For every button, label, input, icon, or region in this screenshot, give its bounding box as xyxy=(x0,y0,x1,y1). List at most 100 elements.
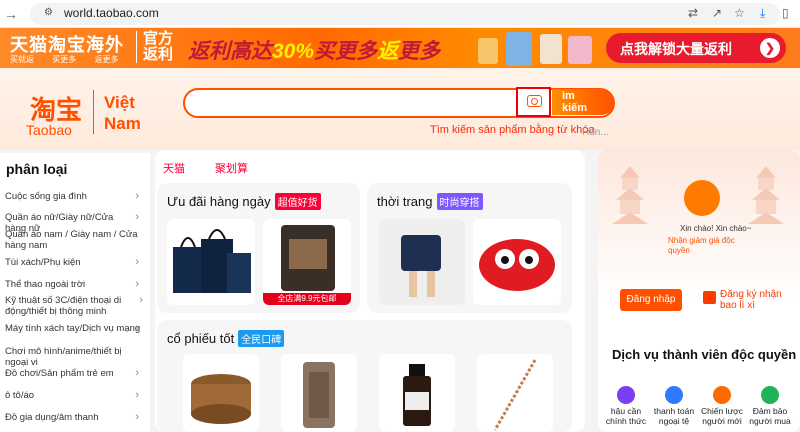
product-thumbnail[interactable]: 全店满9.9元包邮 xyxy=(263,219,351,305)
service-label: Chiến lược người mới xyxy=(701,406,743,426)
camera-icon xyxy=(527,95,542,107)
url-text[interactable]: world.taobao.com xyxy=(64,6,159,20)
plush-toy-image xyxy=(479,239,555,291)
user-panel: Xin chào! Xin chào~ Nhận giảm giá độc qu… xyxy=(598,150,800,432)
category-item[interactable]: Đồ chơi/Sản phẩm trẻ em › xyxy=(5,368,145,380)
juhuasuan-link[interactable]: 聚划算 xyxy=(215,160,248,176)
thumb-caption: 全店满9.9元包邮 xyxy=(263,293,351,305)
service-item[interactable]: thanh toán ngoại tệ xyxy=(650,386,698,426)
service-item[interactable]: hậu cần chính thức xyxy=(602,386,650,426)
login-button[interactable]: Đăng nhập xyxy=(620,289,682,311)
search-input[interactable] xyxy=(195,95,515,113)
back-arrow-icon[interactable]: → xyxy=(4,6,18,22)
strategy-icon xyxy=(713,386,731,404)
category-item[interactable]: Túi xách/Phụ kiện › xyxy=(5,256,145,269)
category-item[interactable]: Chơi mô hình/anime/thiết bị ngoại vi xyxy=(5,346,145,368)
share-icon[interactable]: ↗ xyxy=(712,6,722,20)
category-label: Quần áo nam / Giày nam / Cửa hàng nam xyxy=(5,229,138,251)
product-thumbnail[interactable] xyxy=(281,354,357,432)
product-thumbnail[interactable] xyxy=(183,354,259,432)
essential-oil-image xyxy=(403,364,431,426)
chevron-right-icon: › xyxy=(135,190,139,202)
chevron-right-icon: › xyxy=(135,322,139,334)
card-title: thời trang 时尚穿搭 xyxy=(377,193,483,210)
browser-toolbar: → ⚙ world.taobao.com ⇄ ↗ ☆ ⤓ ▯ xyxy=(0,0,800,28)
category-sidebar: phân loại Cuộc sống gia đình › Quần áo nữ… xyxy=(0,153,150,432)
deals-tag: 超值好货 xyxy=(274,193,321,210)
rattan-basket-image xyxy=(191,374,251,424)
shield-icon xyxy=(761,386,779,404)
product-thumbnail[interactable] xyxy=(379,354,455,432)
category-item[interactable]: ô tô/áo › xyxy=(5,390,145,402)
banner-sub: 买更多 xyxy=(52,55,77,64)
shopping-bags-image xyxy=(173,229,251,293)
daily-deals-card[interactable]: Ưu đãi hàng ngày 超值好货 全店满9.9元包邮 xyxy=(157,183,360,313)
product-thumbnail[interactable] xyxy=(473,219,561,305)
category-label: Máy tính xách tay/Dịch vụ mạng xyxy=(5,323,141,334)
register-link[interactable]: Đăng ký nhận bao lì xì xyxy=(720,289,792,311)
snack-bag-image xyxy=(281,225,335,291)
product-thumbnail[interactable] xyxy=(167,219,255,305)
banner-sub: 返更多 xyxy=(94,55,119,64)
category-label: Cuộc sống gia đình xyxy=(5,191,87,202)
category-label: Kỹ thuật số 3C/điện thoại di động/thiết … xyxy=(5,295,122,317)
service-item[interactable]: Đảm bảo người mua xyxy=(746,386,794,426)
good-stock-card[interactable]: cổ phiếu tốt 全民口碑 xyxy=(157,320,572,432)
site-info-icon[interactable]: ⚙ xyxy=(44,7,53,18)
service-item[interactable]: Chiến lược người mới xyxy=(698,386,746,426)
category-label: Thể thao ngoài trời xyxy=(5,279,86,290)
category-label: Túi xách/Phụ kiện xyxy=(5,257,81,268)
unlock-rebate-button[interactable]: 点我解锁大量返利 ❯ xyxy=(606,33,786,63)
side-panel-icon[interactable]: ▯ xyxy=(782,6,789,20)
card-title-text: Ưu đãi hàng ngày xyxy=(167,194,271,209)
category-item[interactable]: Thể thao ngoài trời › xyxy=(5,278,145,291)
promo-banner[interactable]: 天猫淘宝海外 买就返 买更多 返更多 官方返利 返利高达30%买更多返更多 点我… xyxy=(0,28,800,68)
promo-percent: 30% xyxy=(272,40,315,63)
product-thumbnail[interactable] xyxy=(379,219,465,305)
promo-part: 返利高达 xyxy=(188,40,272,63)
fashion-tag: 时尚穿搭 xyxy=(436,193,483,210)
bookmark-star-icon[interactable]: ☆ xyxy=(734,6,745,20)
chevron-right-icon: › xyxy=(135,256,139,268)
chevron-right-icon: ❯ xyxy=(760,38,780,58)
image-search-button[interactable] xyxy=(516,87,551,117)
search-hint-more[interactable]: Hđn... xyxy=(582,127,609,138)
category-label: Đồ chơi/Sản phẩm trẻ em xyxy=(5,368,114,379)
promo-part: 更多 xyxy=(398,40,441,63)
logistics-icon xyxy=(617,386,635,404)
product-thumbnail[interactable] xyxy=(477,354,553,432)
category-item[interactable]: Máy tính xách tay/Dịch vụ mạng › xyxy=(5,322,145,335)
pagoda-illustration xyxy=(612,166,648,224)
kids-shorts-image xyxy=(379,219,465,305)
category-item[interactable]: Cuộc sống gia đình › xyxy=(5,190,145,203)
banner-subs: 买就返 买更多 返更多 xyxy=(10,54,134,65)
fashion-card[interactable]: thời trang 时尚穿搭 xyxy=(367,183,572,313)
red-envelope-icon xyxy=(703,291,716,304)
avatar[interactable] xyxy=(684,180,720,216)
chevron-right-icon: › xyxy=(135,211,139,223)
logo-divider xyxy=(93,90,94,134)
translate-icon[interactable]: ⇄ xyxy=(688,6,698,20)
category-item[interactable]: Đồ gia dụng/âm thanh › xyxy=(5,412,145,424)
search-button-line: kiếm xyxy=(562,102,588,114)
wallet-icon xyxy=(665,386,683,404)
tmall-link[interactable]: 天猫 xyxy=(163,160,185,176)
download-icon[interactable]: ⤓ xyxy=(760,6,765,21)
card-title: cổ phiếu tốt 全民口碑 xyxy=(167,330,285,347)
region-label: Việt Nam xyxy=(104,92,141,134)
main-content: 天猫 聚划算 Ưu đãi hàng ngày 超值好货 全店满9.9元包邮 th… xyxy=(155,150,585,432)
member-services-title: Dịch vụ thành viên độc quyền xyxy=(612,347,797,362)
wood-carving-image xyxy=(303,362,335,428)
service-label: Đảm bảo người mua xyxy=(749,406,791,426)
chevron-right-icon: › xyxy=(135,278,139,290)
category-item[interactable]: Quần áo nam / Giày nam / Cửa hàng nam xyxy=(5,229,145,251)
new-user-offer[interactable]: Nhận giảm giá độc quyền xyxy=(668,236,748,256)
banner-products-image xyxy=(478,32,592,66)
region-line: Việt xyxy=(104,93,135,112)
cta-label: 点我解锁大量返利 xyxy=(620,41,732,57)
category-label: Đồ gia dụng/âm thanh xyxy=(5,412,99,423)
taobao-logo-latin[interactable]: Taobao xyxy=(26,122,72,138)
card-title-text: cổ phiếu tốt xyxy=(167,331,235,346)
search-button[interactable]: ìm kiếm xyxy=(552,89,614,115)
category-item[interactable]: Kỹ thuật số 3C/điện thoại di động/thiết … xyxy=(5,295,143,318)
